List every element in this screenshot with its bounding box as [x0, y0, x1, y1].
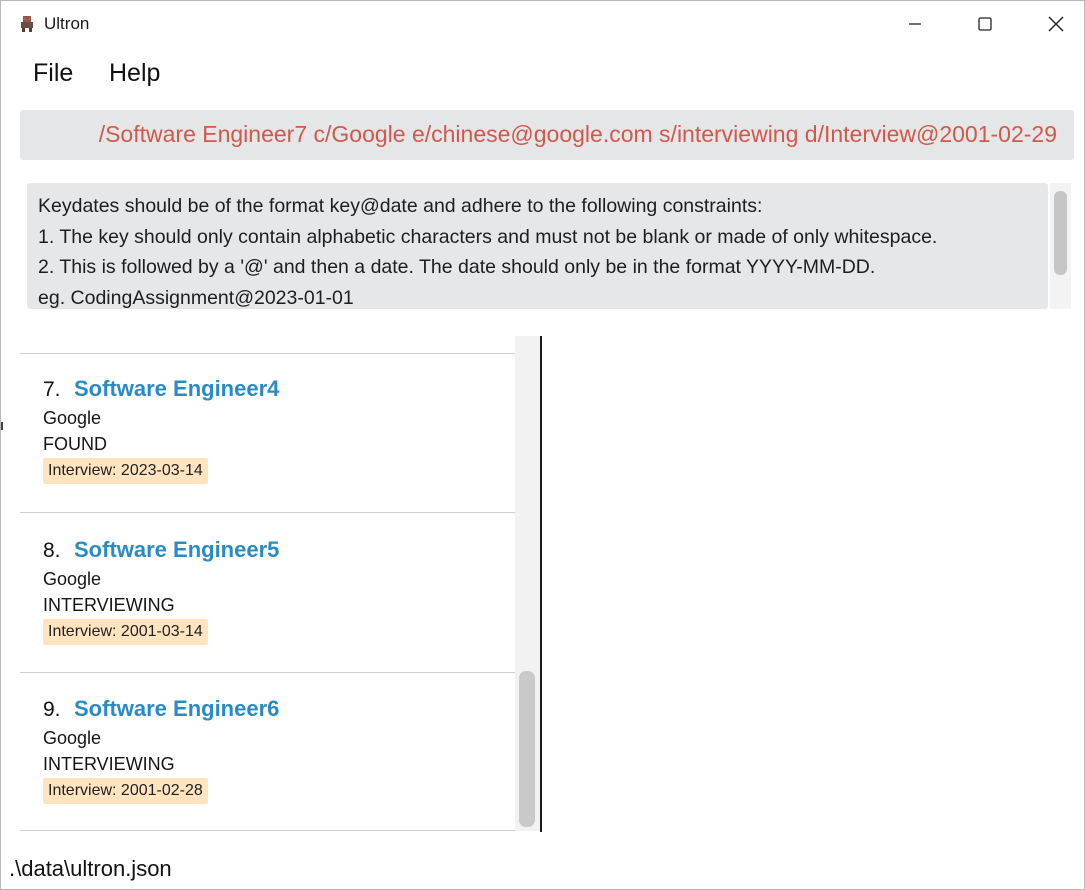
item-status: INTERVIEWING: [43, 754, 175, 774]
item-title: Software Engineer4: [74, 376, 280, 401]
maximize-button[interactable]: [962, 1, 1008, 47]
keydate-badge: Interview: 2001-02-28: [43, 778, 208, 804]
minimize-icon: [909, 23, 921, 25]
minimize-button[interactable]: [892, 1, 938, 47]
panel-divider[interactable]: [540, 336, 542, 832]
result-display: Keydates should be of the format key@dat…: [27, 183, 1048, 309]
status-bar: .\data\ultron.json: [1, 841, 1084, 889]
result-line: eg. CodingAssignment@2023-01-01: [38, 286, 354, 309]
app-icon: [21, 16, 33, 32]
list-scrollbar-thumb[interactable]: [519, 671, 535, 827]
title-bar: Ultron: [1, 1, 1084, 47]
item-status: FOUND: [43, 434, 107, 454]
list-item[interactable]: 9. Software Engineer6 Google INTERVIEWIN…: [20, 681, 515, 840]
item-title: Software Engineer5: [74, 537, 280, 562]
menu-file[interactable]: File: [33, 59, 73, 88]
item-status: INTERVIEWING: [43, 595, 175, 615]
window-title: Ultron: [44, 14, 90, 33]
menu-help[interactable]: Help: [109, 59, 160, 88]
menu-bar: File Help: [1, 47, 1084, 103]
list-separator: [20, 672, 515, 673]
command-input[interactable]: /Software Engineer7 c/Google e/chinese@g…: [20, 110, 1074, 160]
list-item[interactable]: 7. Software Engineer4 Google FOUND Inter…: [20, 361, 515, 520]
item-index: 9.: [43, 698, 61, 721]
result-line: 2. This is followed by a '@' and then a …: [38, 256, 876, 278]
result-text: Keydates should be of the format key@dat…: [38, 191, 937, 309]
command-input-text: /Software Engineer7 c/Google e/chinese@g…: [98, 121, 1057, 147]
list-item[interactable]: 8. Software Engineer5 Google INTERVIEWIN…: [20, 522, 515, 681]
item-index: 8.: [43, 539, 61, 562]
list-separator: [20, 512, 515, 513]
app-window: Ultron File Help /Software Engineer7 c/G…: [0, 0, 1085, 890]
result-line: Keydates should be of the format key@dat…: [38, 195, 763, 217]
save-location: .\data\ultron.json: [9, 856, 172, 881]
list-separator: [20, 353, 515, 354]
item-company: Google: [43, 728, 102, 748]
result-line: 1. The key should only contain alphabeti…: [38, 225, 938, 248]
item-company: Google: [43, 569, 102, 589]
keydate-badge: Interview: 2023-03-14: [43, 458, 208, 484]
window-edge-mark: [1, 422, 3, 430]
maximize-icon: [978, 17, 992, 31]
item-index: 7.: [43, 378, 61, 401]
item-company: Google: [43, 408, 102, 428]
item-title: Software Engineer6: [74, 696, 280, 721]
result-scrollbar-thumb[interactable]: [1054, 191, 1067, 275]
close-icon: [1048, 16, 1064, 32]
list-separator: [20, 830, 515, 831]
close-button[interactable]: [1033, 1, 1079, 47]
keydate-badge: Interview: 2001-03-14: [43, 619, 208, 645]
